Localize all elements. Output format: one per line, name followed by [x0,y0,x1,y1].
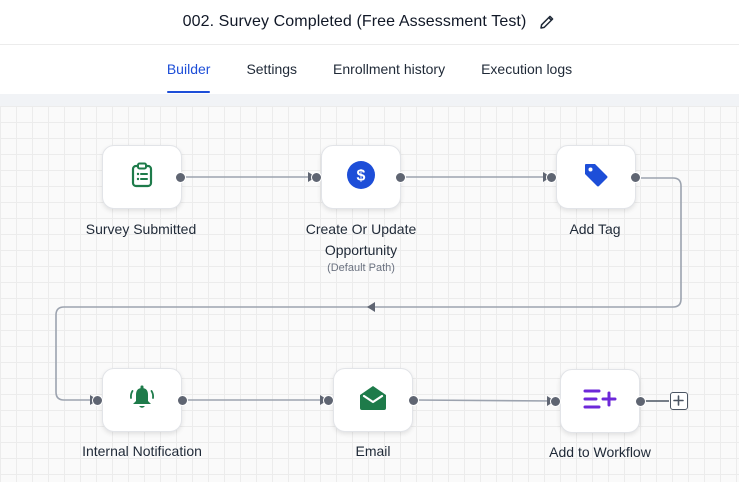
pencil-icon[interactable] [538,13,556,31]
node-label: Internal Notification [82,443,202,459]
input-handle[interactable] [546,172,557,183]
node-create-update-opportunity[interactable]: $ [321,145,401,209]
node-label: Create Or Update Opportunity [305,221,417,258]
node-label: Add Tag [569,221,621,237]
node-email[interactable] [333,368,413,432]
tab-execution-logs[interactable]: Execution logs [481,45,572,93]
output-handle[interactable] [635,396,646,407]
tab-bar: Builder Settings Enrollment history Exec… [0,45,739,93]
tab-enrollment-history[interactable]: Enrollment history [333,45,445,93]
tab-settings[interactable]: Settings [246,45,297,93]
tag-icon [583,162,609,193]
svg-text:$: $ [357,167,366,184]
output-handle[interactable] [175,172,186,183]
plus-square-icon [673,395,684,406]
tab-builder[interactable]: Builder [166,45,210,93]
input-handle[interactable] [311,172,322,183]
node-add-to-workflow[interactable] [560,369,640,433]
workflow-header: 002. Survey Completed (Free Assessment T… [0,0,739,45]
envelope-icon [359,385,387,416]
output-handle[interactable] [395,172,406,183]
clipboard-icon [130,162,154,193]
add-to-workflow-icon [583,388,617,415]
input-handle[interactable] [550,396,561,407]
output-handle[interactable] [630,172,641,183]
add-step-button[interactable] [670,392,688,410]
bell-icon [128,385,156,416]
node-sublabel: (Default Path) [327,262,395,274]
node-label: Add to Workflow [549,444,651,460]
input-handle[interactable] [92,395,103,406]
node-label: Survey Submitted [85,221,197,237]
output-handle[interactable] [177,395,188,406]
toolbar-strip [0,94,739,106]
node-label: Email [355,443,391,459]
node-internal-notification[interactable] [102,368,182,432]
workflow-title: 002. Survey Completed (Free Assessment T… [182,13,527,30]
workflow-canvas[interactable]: Survey Submitted $ Create Or Update Oppo… [0,106,739,482]
node-add-tag[interactable] [556,145,636,209]
dollar-icon: $ [347,160,375,194]
input-handle[interactable] [323,395,334,406]
node-survey-submitted[interactable] [102,145,182,209]
output-handle[interactable] [408,395,419,406]
